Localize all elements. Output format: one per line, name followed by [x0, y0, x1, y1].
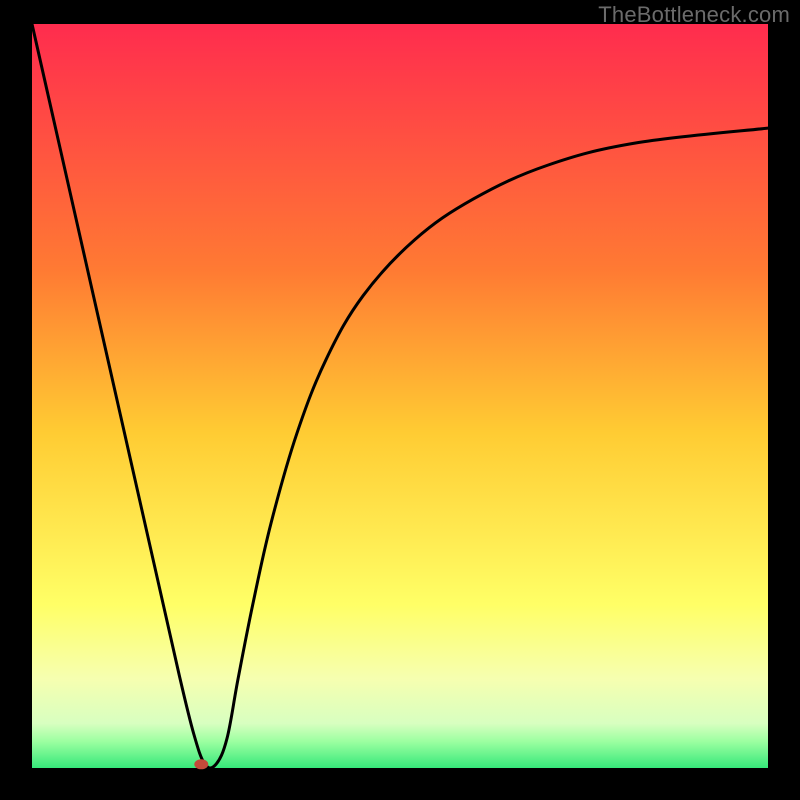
optimal-point-marker: [194, 759, 208, 769]
plot-background: [32, 24, 768, 768]
chart-container: TheBottleneck.com: [0, 0, 800, 800]
bottleneck-chart: [0, 0, 800, 800]
